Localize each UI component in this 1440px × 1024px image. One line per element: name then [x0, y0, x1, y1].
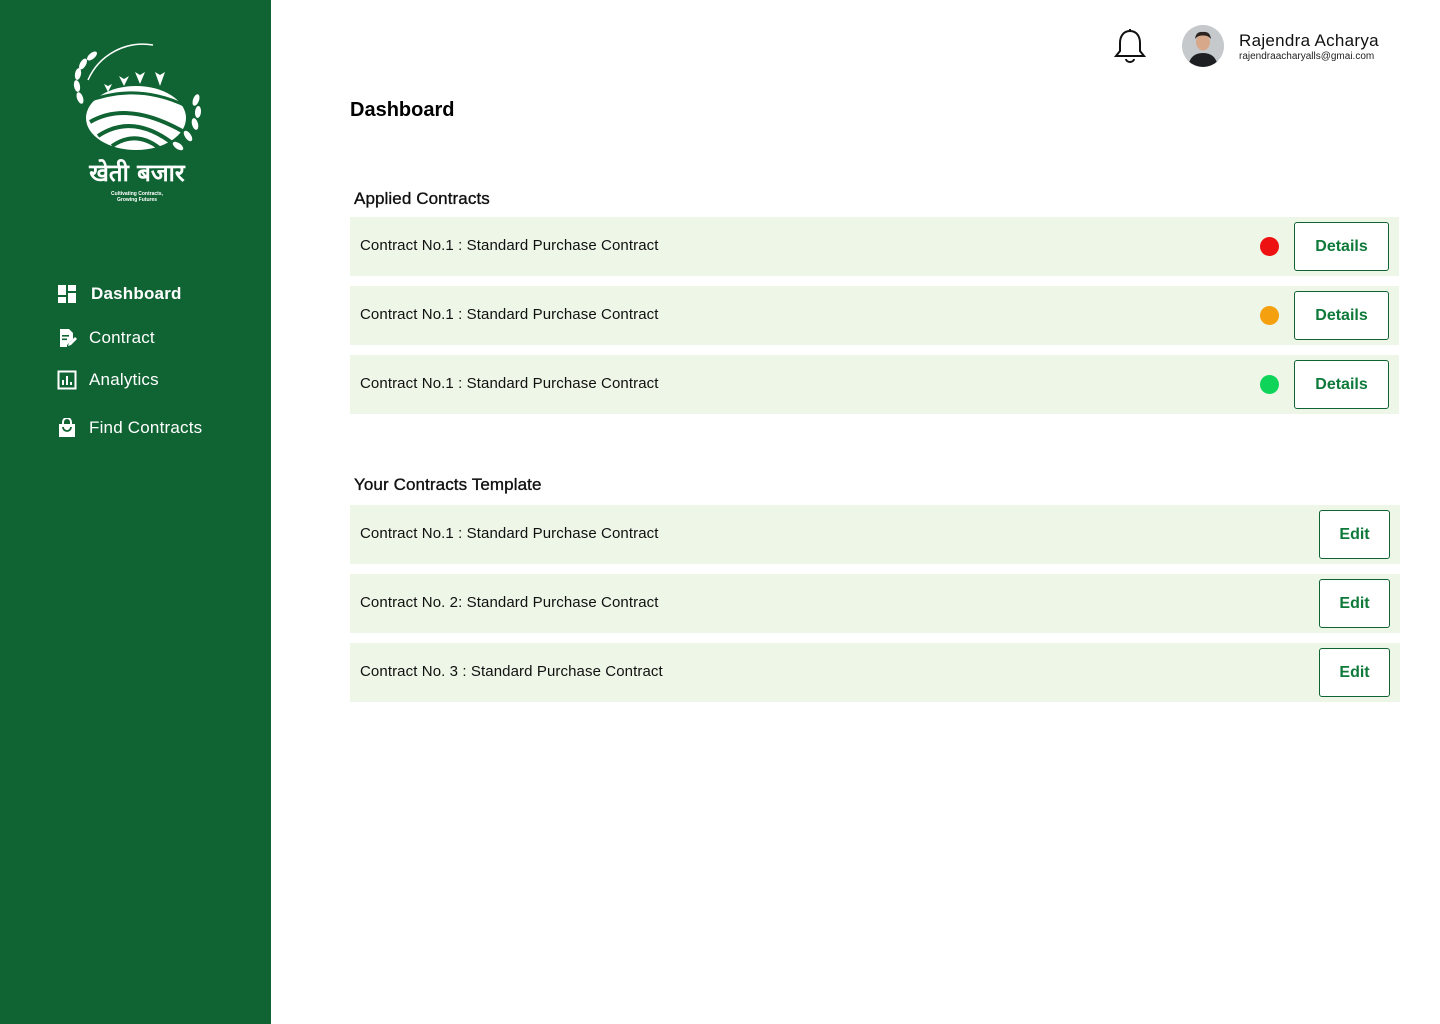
bell-icon[interactable]: [1113, 28, 1147, 64]
contract-templates-title: Your Contracts Template: [354, 475, 542, 494]
page-title: Dashboard: [350, 99, 455, 121]
applied-contracts-title: Applied Contracts: [354, 189, 490, 208]
avatar[interactable]: [1182, 25, 1224, 67]
contract-label: Contract No.1 : Standard Purchase Contra…: [360, 237, 659, 254]
sidebar-item-label: Find Contracts: [89, 418, 203, 437]
contract-label: Contract No.1 : Standard Purchase Contra…: [360, 306, 659, 323]
contract-label: Contract No.1 : Standard Purchase Contra…: [360, 375, 659, 392]
contract-label: Contract No.1 : Standard Purchase Contra…: [360, 525, 659, 542]
sidebar-item-dashboard[interactable]: Dashboard: [57, 284, 182, 304]
sidebar: खेती बजार Cultivating Contracts, Growing…: [0, 0, 271, 1024]
sidebar-item-label: Analytics: [89, 370, 159, 389]
applied-contract-row: Contract No.1 : Standard Purchase Contra…: [350, 355, 1399, 414]
brand-name: खेती बजार: [89, 159, 185, 187]
brand-tagline-line2: Growing Futures: [117, 197, 157, 203]
applied-contract-row: Contract No.1 : Standard Purchase Contra…: [350, 217, 1399, 276]
status-dot-green: [1260, 375, 1279, 394]
details-button[interactable]: Details: [1294, 291, 1389, 340]
status-dot-orange: [1260, 306, 1279, 325]
brand-tagline: Cultivating Contracts, Growing Futures: [68, 191, 206, 203]
contract-label: Contract No. 3 : Standard Purchase Contr…: [360, 663, 663, 680]
applied-contract-row: Contract No.1 : Standard Purchase Contra…: [350, 286, 1399, 345]
user-email: rajendraacharyalls@gmai.com: [1239, 51, 1375, 62]
brand-logo: खेती बजार Cultivating Contracts, Growing…: [68, 40, 206, 210]
edit-button[interactable]: Edit: [1319, 648, 1390, 697]
status-dot-red: [1260, 237, 1279, 256]
shopping-bag-icon: [59, 418, 75, 437]
wheat-field-logo-icon: [73, 43, 202, 154]
sidebar-item-label: Dashboard: [91, 284, 182, 303]
contract-edit-icon: [60, 329, 77, 347]
edit-button[interactable]: Edit: [1319, 579, 1390, 628]
user-avatar-icon: [1182, 25, 1224, 67]
sidebar-item-label: Contract: [89, 328, 155, 347]
template-contract-row: Contract No. 3 : Standard Purchase Contr…: [350, 643, 1400, 702]
user-name: Rajendra Acharya: [1239, 31, 1379, 50]
edit-button[interactable]: Edit: [1319, 510, 1390, 559]
template-contract-row: Contract No. 2: Standard Purchase Contra…: [350, 574, 1400, 633]
analytics-icon: [57, 370, 77, 390]
sidebar-item-find-contracts[interactable]: Find Contracts: [57, 418, 202, 438]
details-button[interactable]: Details: [1294, 222, 1389, 271]
contract-label: Contract No. 2: Standard Purchase Contra…: [360, 594, 659, 611]
sidebar-item-analytics[interactable]: Analytics: [57, 370, 159, 390]
sidebar-item-contract[interactable]: Contract: [57, 328, 155, 348]
dashboard-icon: [58, 285, 76, 303]
template-contract-row: Contract No.1 : Standard Purchase Contra…: [350, 505, 1400, 564]
details-button[interactable]: Details: [1294, 360, 1389, 409]
